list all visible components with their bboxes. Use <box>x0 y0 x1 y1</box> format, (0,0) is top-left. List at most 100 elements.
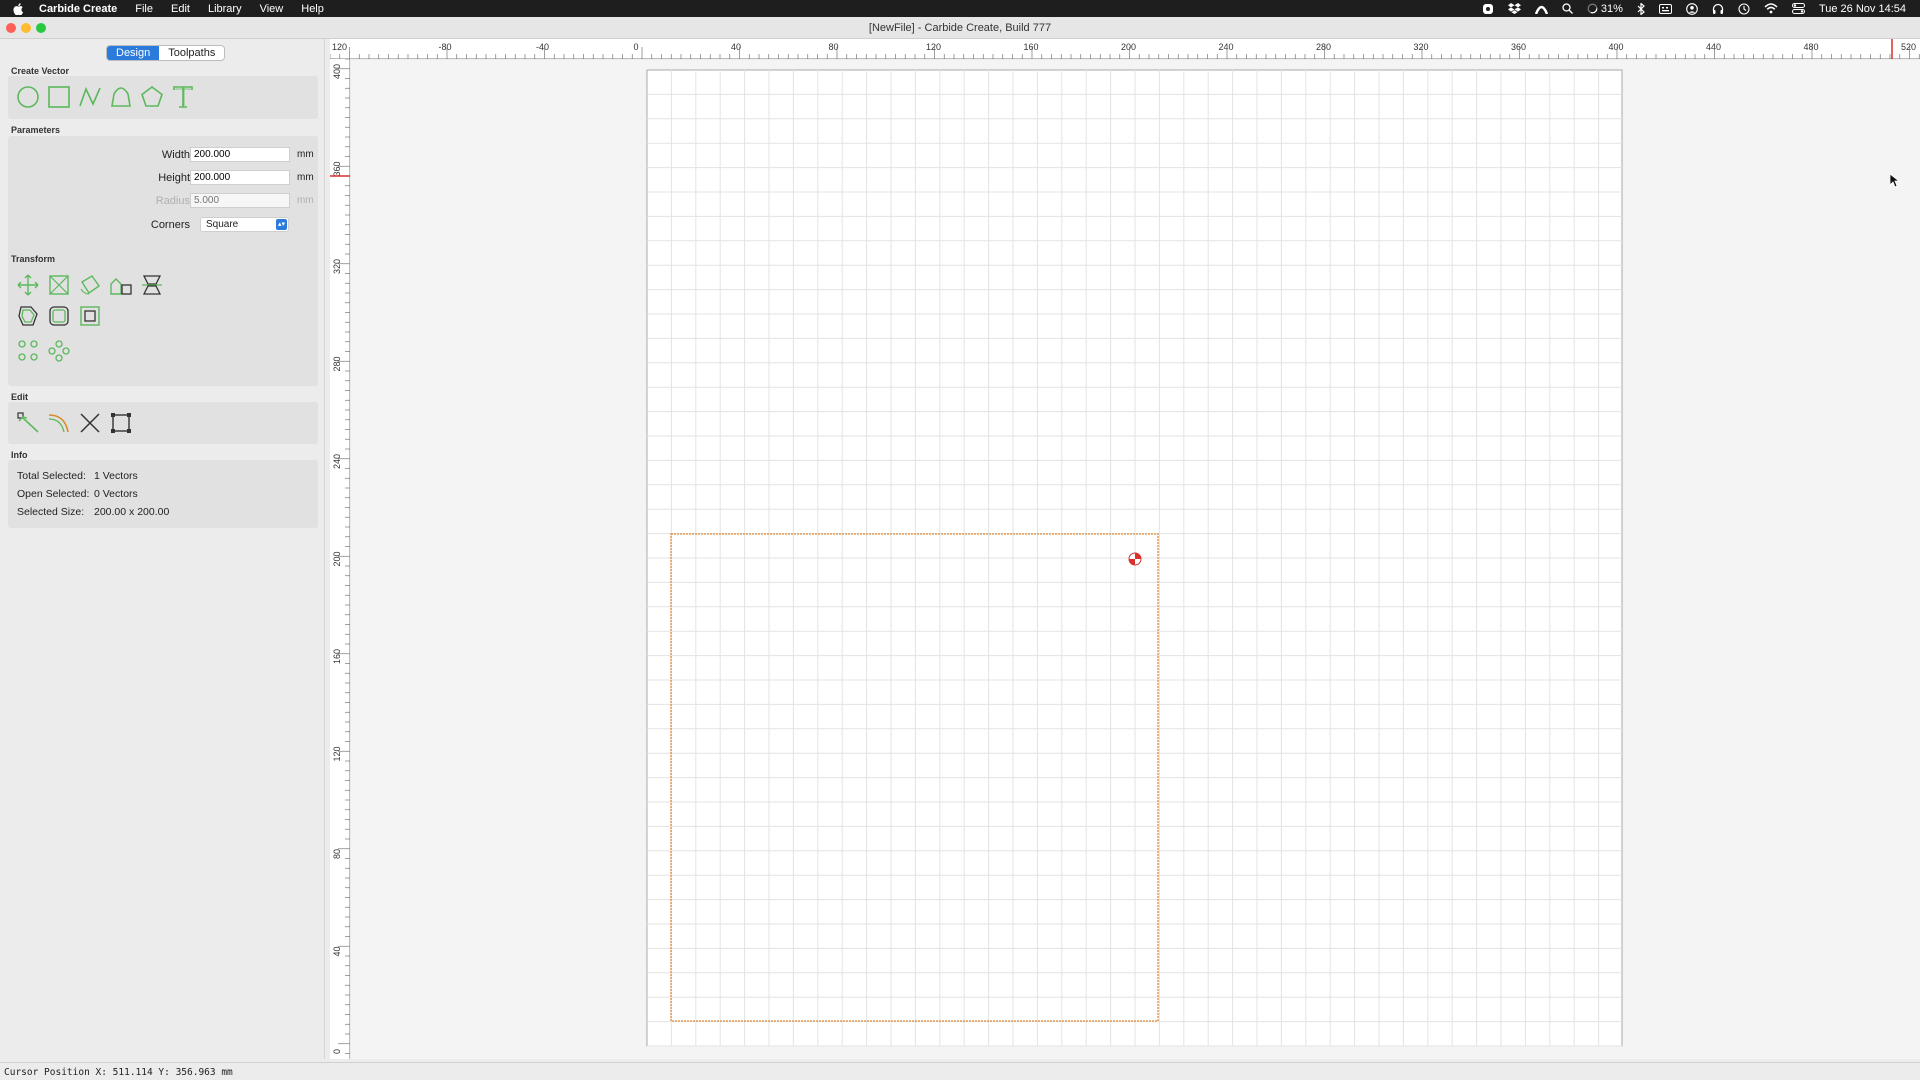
polygon-icon[interactable] <box>139 84 165 110</box>
ruler-label: 320 <box>1414 42 1429 52</box>
transform-box <box>8 264 318 386</box>
curve-icon[interactable] <box>108 84 134 110</box>
ruler-label: 240 <box>332 454 342 469</box>
corners-select-value: Square <box>206 219 239 230</box>
offset-icon[interactable] <box>15 303 41 329</box>
ruler-label: -80 <box>439 42 452 52</box>
ruler-label: 160 <box>332 649 342 664</box>
menu-library[interactable]: Library <box>208 3 242 15</box>
total-selected-row: Total Selected: 1 Vectors <box>17 470 138 482</box>
status-bar: Cursor Position X: 511.114 Y: 356.963 mm <box>0 1062 1920 1080</box>
ruler-label: 40 <box>332 946 342 956</box>
clock-icon[interactable] <box>1738 2 1750 15</box>
mirror-icon[interactable] <box>139 272 165 298</box>
corners-select[interactable]: Square ▴▾ <box>200 217 289 232</box>
bluetooth-icon[interactable] <box>1637 2 1645 15</box>
search-icon[interactable] <box>1562 3 1573 14</box>
inset-icon[interactable] <box>77 303 103 329</box>
ruler-label: 200 <box>332 551 342 566</box>
ruler-label: 120 <box>926 42 941 52</box>
radius-input <box>190 193 290 208</box>
boolean-icon[interactable] <box>46 303 72 329</box>
control-center-icon[interactable] <box>1791 3 1805 14</box>
circle-icon[interactable] <box>15 84 41 110</box>
selected-size-value: 200.00 x 200.00 <box>94 506 170 518</box>
scale-icon[interactable] <box>46 272 72 298</box>
ruler-label: 120 <box>332 746 342 761</box>
dropbox-icon[interactable] <box>1507 3 1521 14</box>
ruler-label: 280 <box>1316 42 1331 52</box>
parameters-heading: Parameters <box>11 125 61 135</box>
design-panel: Design Toolpaths Create Vector Parameter… <box>0 39 325 1059</box>
selected-size-label: Selected Size: <box>17 506 85 518</box>
fillet-icon[interactable] <box>46 410 72 436</box>
vertical-ruler[interactable]: 400 360 320 280 240 200 160 120 80 40 0 <box>330 58 350 1059</box>
user-icon[interactable] <box>1686 2 1698 15</box>
arc-icon[interactable] <box>1534 4 1548 14</box>
move-icon[interactable] <box>15 272 41 298</box>
circular-pattern-icon[interactable] <box>15 338 41 364</box>
tab-design[interactable]: Design <box>107 46 160 60</box>
menu-app-name[interactable]: Carbide Create <box>39 3 117 15</box>
ruler-label: 0 <box>332 1049 342 1054</box>
rotate-icon[interactable] <box>77 272 103 298</box>
design-canvas[interactable] <box>351 60 1920 1059</box>
apple-icon[interactable] <box>13 2 27 15</box>
keyboard-icon[interactable] <box>1658 3 1672 14</box>
node-edit-icon[interactable] <box>15 410 41 436</box>
transform-heading: Transform <box>11 254 56 264</box>
menu-help[interactable]: Help <box>301 3 324 15</box>
window-title: [NewFile] - Carbide Create, Build 777 <box>868 22 1052 34</box>
rectangle-icon[interactable] <box>46 84 72 110</box>
canvas-drawing <box>646 69 1623 1047</box>
linear-pattern-icon[interactable] <box>46 338 72 364</box>
create-vector-heading: Create Vector <box>11 66 70 76</box>
radius-label: Radius <box>155 195 190 207</box>
tab-toolpaths[interactable]: Toolpaths <box>159 46 224 60</box>
width-unit: mm <box>297 149 314 160</box>
bounding-box-icon[interactable] <box>108 410 134 436</box>
menu-file[interactable]: File <box>135 3 153 15</box>
edit-heading: Edit <box>11 392 28 402</box>
ruler-label: 240 <box>1219 42 1234 52</box>
create-vector-box <box>8 76 318 119</box>
width-row: Width mm <box>8 147 318 163</box>
menu-view[interactable]: View <box>260 3 284 15</box>
wifi-icon[interactable] <box>1764 3 1778 14</box>
ruler-label: 360 <box>1511 42 1526 52</box>
ruler-label: 80 <box>332 849 342 859</box>
edit-box <box>8 402 318 444</box>
total-selected-label: Total Selected: <box>17 470 86 482</box>
trim-icon[interactable] <box>77 410 103 436</box>
open-selected-value: 0 Vectors <box>94 488 138 500</box>
total-selected-value: 1 Vectors <box>94 470 138 482</box>
origin-marker-icon[interactable] <box>1128 552 1142 566</box>
ruler-label: 160 <box>1024 42 1039 52</box>
menu-edit[interactable]: Edit <box>171 3 190 15</box>
selected-size-row: Selected Size: 200.00 x 200.00 <box>17 506 169 518</box>
cursor-position-readout: Cursor Position X: 511.114 Y: 356.963 mm <box>4 1067 233 1078</box>
width-input[interactable] <box>190 147 290 162</box>
open-selected-label: Open Selected: <box>17 488 90 500</box>
vertical-ruler-ticks: 40036032028024020016012080400 <box>330 58 350 1054</box>
width-label: Width <box>161 149 190 161</box>
ruler-label: 0 <box>634 42 639 52</box>
menubar-datetime[interactable]: Tue 26 Nov 14:54 <box>1819 3 1906 15</box>
headphones-icon[interactable] <box>1712 3 1724 15</box>
battery-ring-icon <box>1587 3 1598 14</box>
text-icon[interactable] <box>170 84 196 110</box>
ruler-label: 440 <box>1706 42 1721 52</box>
ruler-label: 280 <box>332 356 342 371</box>
battery-status[interactable]: 31% <box>1587 3 1623 15</box>
horizontal-ruler-ticks: 120 -80 -40 0 40 80 120 160 200 240 280 320 360 400 44… <box>329 39 1920 59</box>
ruler-label: 320 <box>332 259 342 274</box>
height-label: Height <box>158 172 190 184</box>
align-icon[interactable] <box>108 272 134 298</box>
horizontal-ruler[interactable]: 120 -80 -40 0 40 80 120 160 200 240 280 320 360 400 44… <box>329 39 1920 59</box>
polyline-icon[interactable] <box>77 84 103 110</box>
menu-bar: Carbide Create File Edit Library View He… <box>0 0 1920 17</box>
height-row: Height mm <box>8 170 318 186</box>
extension-icon[interactable] <box>1482 3 1494 15</box>
height-input[interactable] <box>190 170 290 185</box>
height-unit: mm <box>297 172 314 183</box>
